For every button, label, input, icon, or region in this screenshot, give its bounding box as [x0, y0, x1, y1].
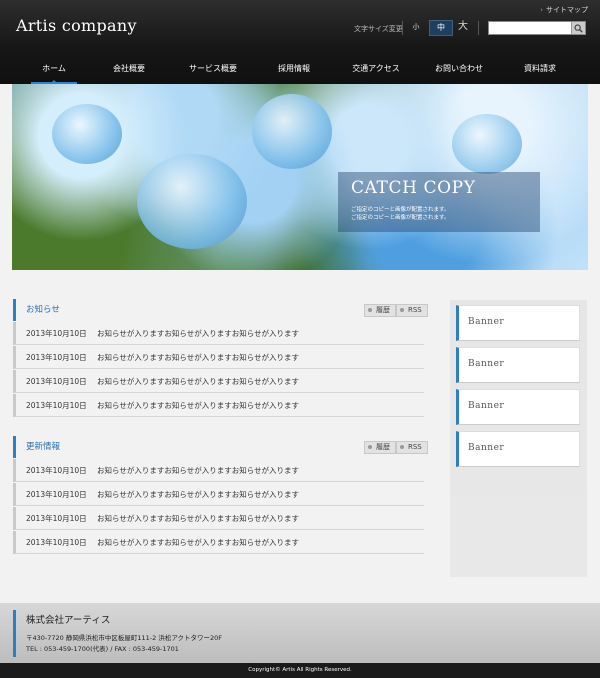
search-input[interactable] — [489, 29, 575, 41]
news-date: 2013年10月10日 — [26, 377, 87, 386]
company-address: 〒430-7720 静岡県浜松市中区板屋町111-2 浜松アクトタワー20F — [26, 634, 222, 642]
divider — [402, 21, 403, 35]
company-name: 株式会社アーティス — [26, 615, 111, 626]
fontsize-label: 文字サイズ変更 — [354, 25, 403, 33]
sitemap-link[interactable]: › サイトマップ — [540, 5, 588, 15]
update-row[interactable]: 2013年10月10日 お知らせが入りますお知らせが入りますお知らせが入ります — [13, 459, 424, 482]
news-text[interactable]: お知らせが入りますお知らせが入りますお知らせが入ります — [97, 352, 299, 363]
update-date: 2013年10月10日 — [26, 538, 87, 547]
news-title: お知らせ — [26, 305, 60, 315]
hero-decoration — [452, 114, 522, 174]
search-box — [488, 21, 586, 41]
site-footer: 株式会社アーティス 〒430-7720 静岡県浜松市中区板屋町111-2 浜松ア… — [0, 603, 600, 663]
update-row[interactable]: 2013年10月10日 お知らせが入りますお知らせが入りますお知らせが入ります — [13, 507, 424, 530]
nav-home[interactable]: ホーム — [31, 56, 77, 84]
banner-label: Banner — [468, 401, 505, 411]
update-date: 2013年10月10日 — [26, 514, 87, 523]
nav-request[interactable]: 資料請求 — [514, 56, 566, 84]
update-date: 2013年10月10日 — [26, 490, 87, 499]
company-phone: TEL : 053-459-1700(代表) / FAX : 053-459-1… — [26, 645, 179, 653]
footer-accent — [13, 610, 16, 657]
fontsize-small-button[interactable]: 小 — [408, 20, 424, 34]
divider — [478, 21, 479, 35]
update-row[interactable]: 2013年10月10日 お知らせが入りますお知らせが入りますお知らせが入ります — [13, 483, 424, 506]
news-row[interactable]: 2013年10月10日 お知らせが入りますお知らせが入りますお知らせが入ります — [13, 346, 424, 369]
site-header: Artis company › サイトマップ 文字サイズ変更 小 中 大 ホーム … — [0, 0, 600, 84]
copyright: Copyright© Artis All Rights Reserved. — [0, 663, 600, 678]
news-text[interactable]: お知らせが入りますお知らせが入りますお知らせが入ります — [97, 328, 299, 339]
search-button[interactable] — [571, 22, 585, 34]
news-text[interactable]: お知らせが入りますお知らせが入りますお知らせが入ります — [97, 376, 299, 387]
news-history-button[interactable]: 履歴 — [364, 304, 396, 317]
updates-rss-button[interactable]: RSS — [396, 441, 428, 454]
news-row[interactable]: 2013年10月10日 お知らせが入りますお知らせが入りますお知らせが入ります — [13, 322, 424, 345]
site-logo[interactable]: Artis company — [16, 16, 137, 35]
nav-services[interactable]: サービス概要 — [183, 56, 243, 84]
fontsize-medium-button[interactable]: 中 — [429, 20, 453, 36]
catch-title: CATCH COPY — [351, 178, 476, 198]
news-row[interactable]: 2013年10月10日 お知らせが入りますお知らせが入りますお知らせが入ります — [13, 394, 424, 417]
update-date: 2013年10月10日 — [26, 466, 87, 475]
banner-1[interactable]: Banner — [456, 305, 580, 341]
news-header: お知らせ 履歴 RSS — [13, 299, 428, 321]
update-row[interactable]: 2013年10月10日 お知らせが入りますお知らせが入りますお知らせが入ります — [13, 531, 424, 554]
news-date: 2013年10月10日 — [26, 401, 87, 410]
fontsize-large-button[interactable]: 大 — [454, 20, 472, 34]
updates-title: 更新情報 — [26, 442, 61, 452]
news-date: 2013年10月10日 — [26, 353, 87, 362]
nav-company[interactable]: 会社概要 — [104, 56, 154, 84]
main-nav: ホーム 会社概要 サービス概要 採用情報 交通アクセス お問い合わせ 資料請求 — [0, 56, 600, 84]
search-icon — [574, 24, 583, 33]
catch-copy-box: CATCH COPY ご指定のコピーと画像が配置されます。 ご指定のコピーと画像… — [338, 172, 540, 232]
update-text[interactable]: お知らせが入りますお知らせが入りますお知らせが入ります — [97, 537, 299, 548]
banner-2[interactable]: Banner — [456, 347, 580, 383]
banner-3[interactable]: Banner — [456, 389, 580, 425]
updates-history-button[interactable]: 履歴 — [364, 441, 396, 454]
hero-decoration — [137, 154, 247, 249]
news-text[interactable]: お知らせが入りますお知らせが入りますお知らせが入ります — [97, 400, 299, 411]
catch-text: ご指定のコピーと画像が配置されます。 — [351, 215, 450, 221]
sitemap-label: サイトマップ — [546, 6, 588, 14]
update-text[interactable]: お知らせが入りますお知らせが入りますお知らせが入ります — [97, 465, 299, 476]
update-text[interactable]: お知らせが入りますお知らせが入りますお知らせが入ります — [97, 513, 299, 524]
nav-access[interactable]: 交通アクセス — [345, 56, 407, 84]
news-row[interactable]: 2013年10月10日 お知らせが入りますお知らせが入りますお知らせが入ります — [13, 370, 424, 393]
chevron-right-icon: › — [540, 6, 543, 14]
hero-decoration — [52, 104, 122, 164]
banner-label: Banner — [468, 317, 505, 327]
update-text[interactable]: お知らせが入りますお知らせが入りますお知らせが入ります — [97, 489, 299, 500]
news-rss-button[interactable]: RSS — [396, 304, 428, 317]
nav-contact[interactable]: お問い合わせ — [428, 56, 490, 84]
hero-decoration — [252, 94, 332, 169]
banner-4[interactable]: Banner — [456, 431, 580, 467]
catch-text: ご指定のコピーと画像が配置されます。 — [351, 207, 450, 213]
sidebar: Banner Banner Banner Banner — [450, 300, 587, 577]
banner-label: Banner — [468, 359, 505, 369]
nav-recruit[interactable]: 採用情報 — [268, 56, 320, 84]
banner-label: Banner — [468, 443, 505, 453]
news-date: 2013年10月10日 — [26, 329, 87, 338]
hero-banner: CATCH COPY ご指定のコピーと画像が配置されます。 ご指定のコピーと画像… — [12, 84, 588, 270]
updates-header: 更新情報 履歴 RSS — [13, 436, 428, 458]
